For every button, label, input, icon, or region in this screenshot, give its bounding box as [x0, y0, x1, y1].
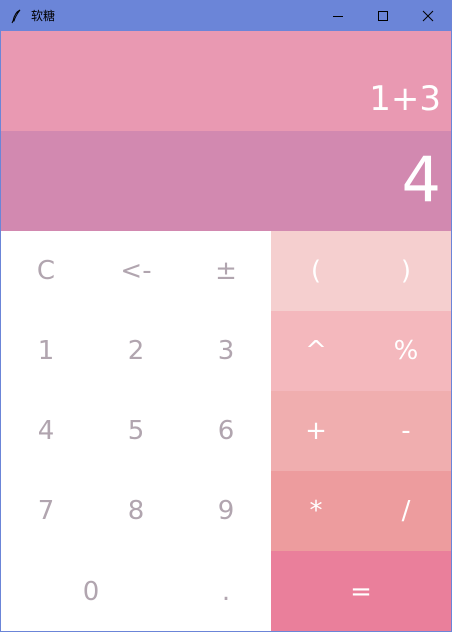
digit-4-button[interactable]: 4: [1, 391, 91, 471]
result-display: 4: [1, 131, 451, 231]
close-paren-button[interactable]: ): [361, 231, 451, 311]
decimal-point-button[interactable]: .: [181, 551, 271, 631]
percent-button[interactable]: %: [361, 311, 451, 391]
digit-6-button[interactable]: 6: [181, 391, 271, 471]
digit-8-button[interactable]: 8: [91, 471, 181, 551]
result-text: 4: [401, 143, 441, 216]
digit-2-button[interactable]: 2: [91, 311, 181, 391]
maximize-button[interactable]: [360, 1, 406, 31]
subtract-button[interactable]: -: [361, 391, 451, 471]
window-title: 软糖: [31, 9, 56, 23]
calculator-window: 软糖 1+3 4 C <- ± ( ) 1 2 3 ^ % 4 5 6 + -: [0, 0, 452, 632]
add-button[interactable]: +: [271, 391, 361, 471]
multiply-button[interactable]: *: [271, 471, 361, 551]
minimize-button[interactable]: [315, 1, 361, 31]
digit-7-button[interactable]: 7: [1, 471, 91, 551]
expression-display: 1+3: [1, 31, 451, 131]
divide-button[interactable]: /: [361, 471, 451, 551]
maximize-icon: [378, 11, 388, 21]
expression-text: 1+3: [369, 79, 441, 119]
keypad: C <- ± ( ) 1 2 3 ^ % 4 5 6 + - 7 8 9 * /…: [1, 231, 451, 631]
title-bar[interactable]: 软糖: [1, 1, 451, 31]
plus-minus-button[interactable]: ±: [181, 231, 271, 311]
digit-0-button[interactable]: 0: [1, 551, 181, 631]
digit-3-button[interactable]: 3: [181, 311, 271, 391]
feather-pen-icon: [9, 8, 25, 24]
close-button[interactable]: [405, 1, 451, 31]
backspace-button[interactable]: <-: [91, 231, 181, 311]
open-paren-button[interactable]: (: [271, 231, 361, 311]
minimize-icon: [333, 16, 343, 17]
digit-1-button[interactable]: 1: [1, 311, 91, 391]
digit-9-button[interactable]: 9: [181, 471, 271, 551]
equals-button[interactable]: =: [271, 551, 451, 631]
close-icon: [422, 10, 434, 22]
power-button[interactable]: ^: [271, 311, 361, 391]
clear-button[interactable]: C: [1, 231, 91, 311]
digit-5-button[interactable]: 5: [91, 391, 181, 471]
